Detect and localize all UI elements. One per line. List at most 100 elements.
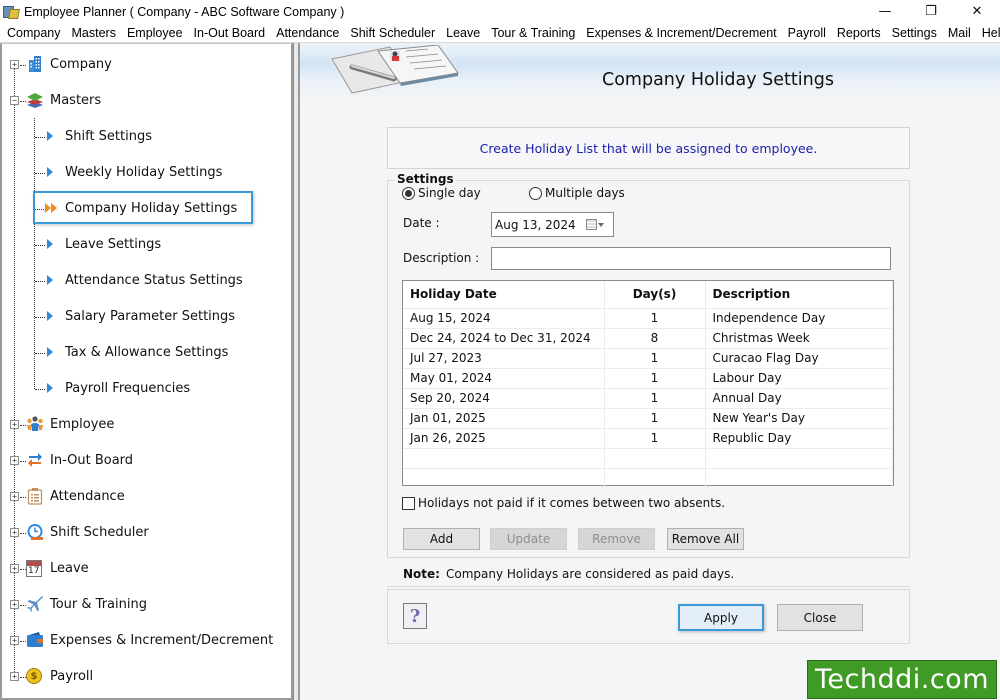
info-banner: Create Holiday List that will be assigne… [387,127,910,169]
radio-multiple-days[interactable]: Multiple days [529,186,625,200]
tree-node-shift-settings[interactable]: Shift Settings [47,126,152,146]
close-window-button[interactable]: ✕ [954,0,1000,23]
tree-node-payroll-frequencies[interactable]: Payroll Frequencies [47,378,190,398]
arrow-icon [47,383,53,393]
grid-header-row: Holiday Date Day(s) Description [403,281,893,308]
expand-payroll[interactable]: + [10,672,19,681]
column-header-holiday-date[interactable]: Holiday Date [403,281,605,308]
cell-days: 1 [604,307,706,328]
table-row[interactable]: Sep 20, 2024 1 Annual Day [403,387,893,408]
menu-shift-scheduler[interactable]: Shift Scheduler [343,26,439,40]
tree-line [35,245,45,246]
collapse-masters[interactable]: − [10,96,19,105]
menu-leave[interactable]: Leave [439,26,484,40]
calendar-icon[interactable] [586,219,597,230]
tree-node-company[interactable]: Company [26,54,112,74]
arrow-icon [47,347,53,357]
menu-help[interactable]: Help [975,26,1000,40]
expand-attendance[interactable]: + [10,492,19,501]
checkbox[interactable] [402,496,415,510]
cell-days: 1 [604,407,706,428]
tree-node-label: Expenses & Increment/Decrement [50,632,274,648]
menu-company[interactable]: Company [0,26,65,40]
menu-expenses[interactable]: Expenses & Increment/Decrement [579,26,780,40]
panel-header: Company Holiday Settings [300,43,1000,103]
tree-node-salary-parameter-settings[interactable]: Salary Parameter Settings [47,306,235,326]
table-row[interactable]: May 01, 2024 1 Labour Day [403,367,893,388]
expand-leave[interactable]: + [10,564,19,573]
expand-shift-scheduler[interactable]: + [10,528,19,537]
calendar-icon: 17 [26,559,42,577]
apply-button[interactable]: Apply [678,604,764,631]
tree-node-leave-settings[interactable]: Leave Settings [47,234,161,254]
tree-node-masters[interactable]: Masters [26,90,101,110]
help-button[interactable]: ? [403,603,427,629]
note: Note: Company Holidays are considered as … [403,567,734,581]
add-button[interactable]: Add [403,528,480,550]
table-row[interactable]: Jul 27, 2023 1 Curacao Flag Day [403,347,893,368]
expand-employee[interactable]: + [10,420,19,429]
menu-payroll[interactable]: Payroll [781,26,830,40]
table-row[interactable]: Jan 26, 2025 1 Republic Day [403,427,893,448]
remove-button[interactable]: Remove [578,528,655,550]
update-button[interactable]: Update [490,528,567,550]
radio-button[interactable] [402,186,415,200]
description-input[interactable] [491,247,891,270]
radio-single-day[interactable]: Single day [402,186,481,200]
cell-days: 1 [604,347,706,368]
menu-masters[interactable]: Masters [65,26,120,40]
tree-node-payroll[interactable]: $ Payroll [26,666,93,686]
tree-node-employee[interactable]: Employee [26,414,114,434]
minimize-button[interactable]: — [862,0,908,23]
expand-tour-training[interactable]: + [10,600,19,609]
menu-employee[interactable]: Employee [120,26,187,40]
tree-node-label: Salary Parameter Settings [65,308,236,324]
tree-node-tour-training[interactable]: Tour & Training [26,594,147,614]
cell-days: 1 [604,367,706,388]
menu-tour-training[interactable]: Tour & Training [484,26,579,40]
description-label: Description : [403,251,480,265]
tree-node-label: Leave [50,560,89,576]
people-icon [26,415,44,433]
tree-node-expenses[interactable]: Expenses & Increment/Decrement [26,630,273,650]
date-label: Date : [403,216,440,230]
expand-company[interactable]: + [10,60,19,69]
arrow-icon [47,167,53,177]
menu-bar: Company Masters Employee In-Out Board At… [0,23,1000,43]
expand-in-out-board[interactable]: + [10,456,19,465]
tree-node-company-holiday-settings[interactable]: Company Holiday Settings [45,198,237,218]
column-header-description[interactable]: Description [705,281,893,308]
menu-mail[interactable]: Mail [941,26,975,40]
empty-row [403,447,893,468]
tree-node-shift-scheduler[interactable]: Shift Scheduler [26,522,149,542]
tree-node-label: Payroll [50,668,94,684]
holiday-grid: Holiday Date Day(s) Description Aug 15, … [402,280,894,488]
chevron-down-icon[interactable] [598,222,604,227]
holidays-not-paid-checkbox[interactable]: Holidays not paid if it comes between tw… [402,496,725,510]
tree-node-attendance[interactable]: Attendance [26,486,125,506]
cell-days: 1 [604,387,706,408]
menu-reports[interactable]: Reports [830,26,885,40]
table-row[interactable]: Dec 24, 2024 to Dec 31, 2024 8 Christmas W… [403,327,893,348]
coin-symbol: $ [30,670,38,682]
settings-group-border [387,180,388,558]
table-row[interactable]: Aug 15, 2024 1 Independence Day [403,307,893,328]
tree-node-leave[interactable]: 17 Leave [26,558,89,578]
radio-button[interactable] [529,186,542,200]
expand-expenses[interactable]: + [10,636,19,645]
menu-attendance[interactable]: Attendance [269,26,343,40]
close-button[interactable]: Close [777,604,863,631]
column-header-days[interactable]: Day(s) [604,281,706,308]
tree-node-tax-allowance-settings[interactable]: Tax & Allowance Settings [47,342,228,362]
tree-node-weekly-holiday-settings[interactable]: Weekly Holiday Settings [47,162,222,182]
table-row[interactable]: Jan 01, 2025 1 New Year's Day [403,407,893,428]
clipboard-icon [26,487,44,505]
restore-button[interactable]: ❐ [908,0,954,23]
date-picker[interactable]: Aug 13, 2024 [491,212,614,237]
tree-node-attendance-status-settings[interactable]: Attendance Status Settings [47,270,243,290]
tree-node-in-out-board[interactable]: In-Out Board [26,450,133,470]
menu-settings[interactable]: Settings [885,26,941,40]
remove-all-button[interactable]: Remove All [667,528,744,550]
menu-in-out-board[interactable]: In-Out Board [187,26,270,40]
coin-icon: $ [26,668,42,684]
